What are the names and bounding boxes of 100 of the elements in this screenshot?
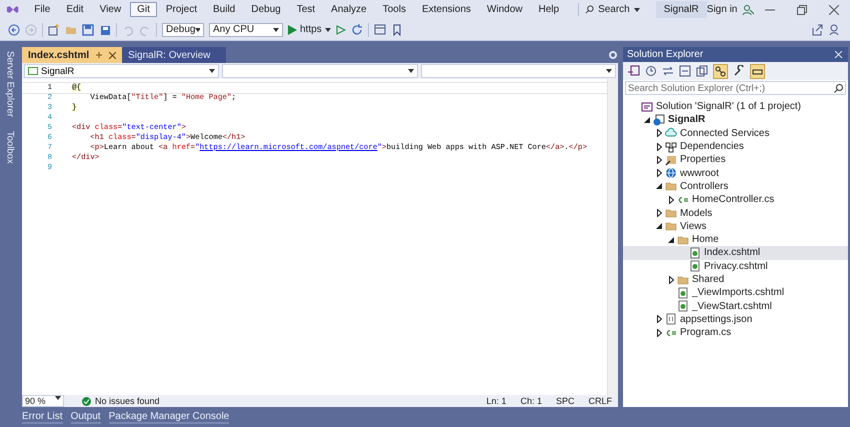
tool-window-tab[interactable]: Package Manager Console: [108, 410, 230, 424]
minimize-icon: [764, 8, 775, 10]
menu-item[interactable]: Analyze: [324, 2, 374, 17]
tool-window-tab[interactable]: Error List: [22, 410, 63, 424]
razor-file-icon: [677, 286, 689, 299]
menu-item[interactable]: Debug: [244, 2, 288, 17]
history-icon[interactable]: [645, 65, 657, 77]
new-item-icon[interactable]: [48, 24, 60, 36]
menu-item[interactable]: Edit: [59, 2, 91, 17]
dependencies-icon: [665, 140, 677, 153]
project-icon: [653, 114, 665, 126]
configuration-dropdown[interactable]: Debug: [162, 22, 204, 36]
menu-item[interactable]: Extensions: [414, 2, 478, 17]
whitespace-mode: SPC: [556, 396, 574, 406]
tree-item[interactable]: Properties: [623, 153, 848, 166]
tree-item[interactable]: wwwroot: [623, 166, 848, 180]
menu-item[interactable]: File: [27, 2, 58, 17]
side-tab[interactable]: Server Explorer: [4, 49, 16, 119]
link-nodes-icon: [715, 66, 726, 76]
tree-item[interactable]: SignalR: [623, 113, 848, 127]
search-icon[interactable]: [834, 84, 843, 92]
tool-window-tab[interactable]: Output: [70, 410, 101, 424]
close-icon[interactable]: [109, 52, 116, 58]
tree-item[interactable]: Home: [623, 232, 848, 246]
collapse-all-icon[interactable]: [679, 65, 691, 77]
wrench-icon[interactable]: [733, 65, 745, 77]
collapsed-arrow-icon[interactable]: [668, 276, 674, 284]
menu-item[interactable]: View: [92, 2, 128, 17]
search-field[interactable]: Search Solution Explorer (Ctrl+;): [625, 81, 846, 95]
column-position: Ch: 1: [520, 396, 542, 406]
menu-item[interactable]: Help: [531, 2, 566, 17]
caret-icon: [606, 69, 612, 73]
tree-item[interactable]: Controllers: [623, 180, 848, 194]
folder-icon: [665, 180, 677, 192]
search-icon: [585, 5, 594, 14]
tree-item[interactable]: _ViewStart.cshtml: [623, 299, 848, 313]
razor-file-icon: [689, 260, 701, 272]
run-outline-icon[interactable]: [336, 24, 346, 34]
person-icon[interactable]: [742, 4, 754, 16]
folder-icon: [677, 274, 689, 286]
razor-file-icon: [689, 246, 701, 259]
back-icon[interactable]: [8, 24, 20, 36]
share-icon[interactable]: [811, 24, 823, 36]
browser-icon[interactable]: [374, 24, 386, 36]
pending-changes-toggle[interactable]: [713, 64, 728, 78]
tree-item[interactable]: Views: [623, 220, 848, 233]
menu-item[interactable]: Window: [480, 2, 530, 17]
preview-toggle[interactable]: [750, 64, 765, 78]
sign-in-link[interactable]: Sign in: [706, 4, 738, 15]
caret-icon: [209, 69, 216, 73]
folder-icon: [665, 207, 677, 220]
expanded-arrow-icon[interactable]: [644, 116, 650, 123]
expanded-arrow-icon[interactable]: [668, 236, 674, 243]
tree-item[interactable]: _ViewImports.cshtml: [623, 286, 848, 300]
menu-item[interactable]: Tools: [376, 2, 413, 17]
bookmark-icon[interactable]: [390, 24, 403, 36]
tree-item[interactable]: appsettings.json: [623, 312, 848, 326]
restore-icon: [796, 4, 807, 14]
caret-icon: [273, 28, 279, 32]
side-tab[interactable]: Toolbox: [4, 129, 16, 166]
copy-icon[interactable]: [696, 65, 708, 77]
tree-item[interactable]: Dependencies: [623, 140, 848, 154]
tree-item[interactable]: Shared: [623, 272, 848, 286]
tree-item[interactable]: Index.cshtml: [623, 246, 848, 260]
tree-item[interactable]: Privacy.cshtml: [623, 260, 848, 273]
caret-icon: [195, 28, 200, 32]
check-icon: [82, 396, 91, 406]
save-icon[interactable]: [82, 24, 94, 36]
menu-item[interactable]: Git: [130, 2, 157, 17]
tree-item[interactable]: Connected Services: [623, 126, 848, 140]
run-button[interactable]: https: [288, 24, 331, 35]
feedback-icon[interactable]: [828, 24, 840, 36]
document-tab[interactable]: SignalR: Overview: [122, 47, 226, 63]
tree-item[interactable]: Program.cs: [623, 326, 848, 340]
zoom-dropdown[interactable]: 90 %: [22, 395, 64, 407]
line-position: Ln: 1: [486, 396, 506, 406]
menu-item[interactable]: Test: [290, 2, 322, 17]
refresh-icon[interactable]: [350, 24, 363, 36]
solution-icon: [641, 100, 653, 113]
platform-dropdown[interactable]: Any CPU: [209, 22, 283, 36]
save-all-icon[interactable]: [99, 24, 111, 36]
wrench-folder-icon: [665, 154, 677, 166]
folder-icon: [665, 220, 677, 232]
tree-item[interactable]: HomeController.cs: [623, 193, 848, 206]
menu-item[interactable]: Build: [206, 2, 242, 17]
cloud-icon: [665, 127, 677, 140]
navigation-dropdown[interactable]: SignalR: [24, 64, 220, 78]
search-button[interactable]: Search: [578, 3, 646, 16]
menu-item[interactable]: Project: [158, 2, 204, 17]
razor-file-icon: [677, 300, 689, 312]
document-tab[interactable]: Index.cshtml: [22, 47, 122, 63]
tree-item[interactable]: Models: [623, 206, 848, 220]
tree-item[interactable]: Solution 'SignalR' (1 of 1 project): [623, 100, 848, 114]
pin-icon[interactable]: [95, 51, 104, 59]
sync-icon[interactable]: [662, 65, 674, 77]
expanded-arrow-icon[interactable]: [656, 223, 662, 230]
scrollbar[interactable]: [607, 79, 618, 395]
switch-views-icon[interactable]: [628, 65, 640, 77]
expanded-arrow-icon[interactable]: [656, 183, 662, 190]
panel-title: Solution Explorer: [627, 49, 704, 60]
